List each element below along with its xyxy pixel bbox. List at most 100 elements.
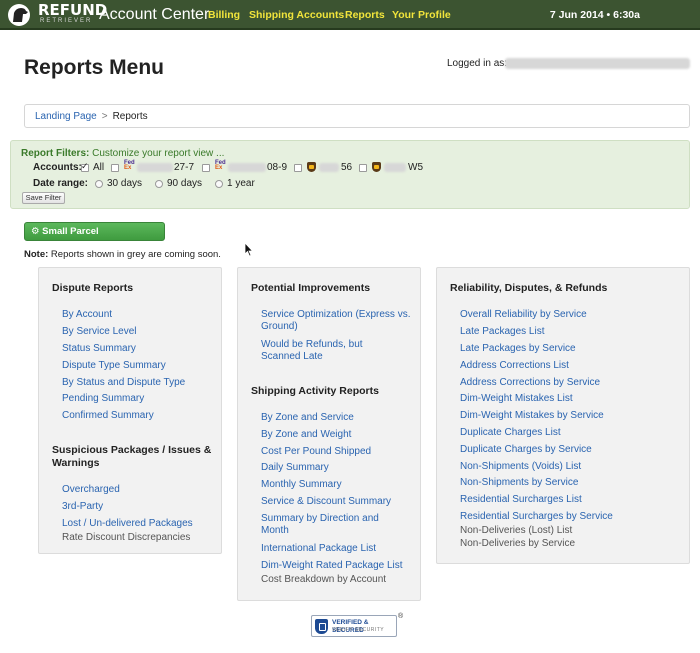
report-link-refunds-scanned-late[interactable]: Would be Refunds, but Scanned Late — [261, 339, 376, 363]
section-heading-dispute-reports: Dispute Reports — [52, 282, 134, 294]
account-checkbox-3[interactable] — [294, 164, 302, 172]
app-title: Account Center — [99, 6, 210, 23]
account-all-label: All — [93, 162, 105, 173]
note-label: Note: — [24, 249, 49, 260]
logo-wordmark[interactable]: REFUND — [38, 3, 107, 18]
account-checkbox-4[interactable] — [359, 164, 367, 172]
report-link-non-shipments-by-service[interactable]: Non-Shipments by Service — [460, 477, 578, 489]
fedex-logo-icon: Fed Ex — [215, 160, 226, 171]
date-range-label: Date range: — [33, 178, 89, 189]
report-link-by-service-level[interactable]: By Service Level — [62, 326, 136, 338]
report-link-residential-surcharges-list[interactable]: Residential Surcharges List — [460, 494, 582, 506]
report-link-lost-undelivered[interactable]: Lost / Un-delivered Packages — [62, 518, 193, 530]
report-panel-disputes: Dispute Reports By Account By Service Le… — [38, 267, 222, 554]
report-link-overcharged[interactable]: Overcharged — [62, 484, 120, 496]
report-link-dim-weight-mistakes-by-service[interactable]: Dim-Weight Mistakes by Service — [460, 410, 604, 422]
report-link-pending-summary[interactable]: Pending Summary — [62, 393, 144, 405]
report-link-address-corrections-list[interactable]: Address Corrections List — [460, 360, 569, 372]
ups-logo-icon — [372, 162, 381, 172]
breadcrumb-landing-page[interactable]: Landing Page — [35, 111, 97, 122]
account-3-suffix: 56 — [341, 162, 353, 173]
redacted-username — [505, 58, 690, 69]
redacted-account-number — [228, 163, 266, 172]
filters-heading: Report Filters: Customize your report vi… — [21, 148, 224, 159]
badge-subtitle: VERIFY SECURITY — [332, 627, 385, 633]
report-link-dim-weight-rated-list[interactable]: Dim-Weight Rated Package List — [261, 560, 403, 572]
section-heading-shipping-activity: Shipping Activity Reports — [251, 385, 379, 397]
ups-logo-icon — [307, 162, 316, 172]
logged-in-label: Logged in as: — [447, 58, 508, 69]
report-link-international-package-list[interactable]: International Package List — [261, 543, 376, 555]
fedex-logo-icon: Fed Ex — [124, 160, 135, 171]
report-link-dim-weight-mistakes-list[interactable]: Dim-Weight Mistakes List — [460, 393, 573, 405]
logo-subtitle: RETRIEVER — [40, 18, 93, 24]
report-link-residential-surcharges-by-service[interactable]: Residential Surcharges by Service — [460, 511, 613, 523]
current-datetime: 7 Jun 2014 • 6:30a — [549, 9, 640, 21]
report-link-monthly-summary[interactable]: Monthly Summary — [261, 479, 342, 491]
nav-reports[interactable]: Reports — [345, 9, 385, 21]
fedex-logo-ex: Ex — [215, 165, 223, 171]
report-link-summary-direction-month[interactable]: Summary by Direction and Month — [261, 513, 386, 537]
report-link-by-account[interactable]: By Account — [62, 309, 112, 321]
report-link-by-zone-and-service[interactable]: By Zone and Service — [261, 412, 354, 424]
report-link-confirmed-summary[interactable]: Confirmed Summary — [62, 410, 154, 422]
breadcrumb: Landing Page > Reports — [24, 104, 690, 128]
report-link-cost-per-pound[interactable]: Cost Per Pound Shipped — [261, 446, 371, 458]
redacted-account-number — [384, 163, 406, 172]
mouse-pointer-icon — [244, 242, 254, 257]
nav-shipping-accounts[interactable]: Shipping Accounts — [249, 9, 344, 21]
date-option-30-days: 30 days — [107, 178, 143, 189]
account-2-suffix: 08-9 — [267, 162, 288, 173]
report-link-status-summary[interactable]: Status Summary — [62, 343, 136, 355]
report-item-cost-breakdown-account: Cost Breakdown by Account — [261, 574, 387, 585]
account-1-suffix: 27-7 — [174, 162, 195, 173]
date-range-radio-90[interactable] — [155, 180, 163, 188]
report-link-by-zone-and-weight[interactable]: By Zone and Weight — [261, 429, 351, 441]
breadcrumb-current: Reports — [112, 111, 148, 122]
nav-your-profile[interactable]: Your Profile — [392, 9, 451, 21]
registered-mark: ® — [398, 613, 404, 620]
report-link-address-corrections-by-service[interactable]: Address Corrections by Service — [460, 377, 600, 389]
date-range-radio-30[interactable] — [95, 180, 103, 188]
nav-billing[interactable]: Billing — [208, 9, 240, 21]
report-link-non-shipments-list[interactable]: Non-Shipments (Voids) List — [460, 461, 581, 473]
verified-secured-badge[interactable]: VERIFIED & SECURED VERIFY SECURITY — [311, 615, 397, 637]
report-link-dispute-type-summary[interactable]: Dispute Type Summary — [62, 360, 166, 372]
report-panel-improvements-activity: Potential Improvements Service Optimizat… — [237, 267, 421, 601]
redacted-account-number — [137, 163, 173, 172]
account-checkbox-2[interactable] — [202, 164, 210, 172]
report-item-non-deliveries-list: Non-Deliveries (Lost) List — [460, 525, 573, 536]
report-item-non-deliveries-by-service: Non-Deliveries by Service — [460, 538, 576, 549]
report-link-late-packages-list[interactable]: Late Packages List — [460, 326, 545, 338]
section-heading-potential-improvements: Potential Improvements — [251, 282, 371, 294]
gear-icon: ⚙ — [31, 226, 40, 237]
report-link-service-discount-summary[interactable]: Service & Discount Summary — [261, 496, 391, 508]
filters-heading-bold: Report Filters: — [21, 148, 90, 159]
date-option-1-year: 1 year — [227, 178, 255, 189]
shield-lock-icon — [315, 619, 328, 634]
report-link-third-party[interactable]: 3rd-Party — [62, 501, 103, 513]
report-filters-panel: Report Filters: Customize your report vi… — [10, 140, 690, 209]
date-option-90-days: 90 days — [167, 178, 203, 189]
account-checkbox-all[interactable] — [81, 161, 89, 172]
fedex-logo-ex: Ex — [124, 165, 132, 171]
filters-heading-text: Customize your report view ... — [89, 148, 225, 159]
page-title: Reports Menu — [24, 56, 165, 79]
account-checkbox-1[interactable] — [111, 164, 119, 172]
report-link-duplicate-charges-list[interactable]: Duplicate Charges List — [460, 427, 561, 439]
report-link-late-packages-by-service[interactable]: Late Packages by Service — [460, 343, 576, 355]
section-heading-suspicious-packages: Suspicious Packages / Issues & Warnings — [52, 444, 212, 469]
report-link-duplicate-charges-by-service[interactable]: Duplicate Charges by Service — [460, 444, 592, 456]
report-link-service-optimization[interactable]: Service Optimization (Express vs. Ground… — [261, 309, 411, 333]
report-panel-reliability: Reliability, Disputes, & Refunds Overall… — [436, 267, 690, 564]
report-link-daily-summary[interactable]: Daily Summary — [261, 462, 329, 474]
save-filter-button[interactable]: Save Filter — [22, 192, 65, 204]
report-item-rate-discount-discrepancies: Rate Discount Discrepancies — [62, 532, 191, 543]
date-range-radio-1-year[interactable] — [215, 180, 223, 188]
accounts-label: Accounts: — [33, 162, 82, 173]
coming-soon-note: Note: Reports shown in grey are coming s… — [24, 249, 221, 260]
report-link-overall-reliability[interactable]: Overall Reliability by Service — [460, 309, 587, 321]
small-parcel-benchmarking-button[interactable]: ⚙ Small Parcel Benchmarking — [24, 222, 165, 254]
retriever-dog-logo-icon[interactable] — [4, 3, 34, 27]
report-link-by-status-and-dispute-type[interactable]: By Status and Dispute Type — [62, 377, 185, 389]
